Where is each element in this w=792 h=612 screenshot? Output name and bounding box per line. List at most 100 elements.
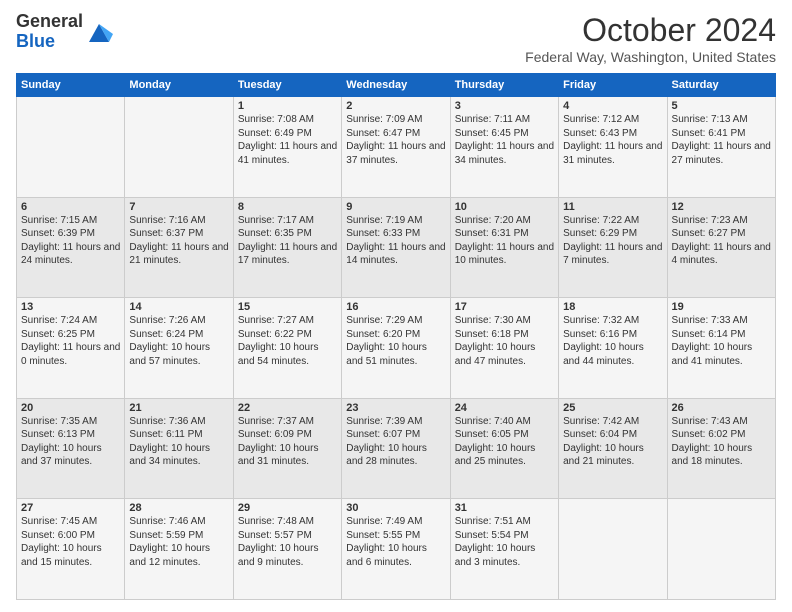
day-cell: 18Sunrise: 7:32 AM Sunset: 6:16 PM Dayli…: [559, 298, 667, 399]
day-number: 20: [21, 402, 120, 414]
day-info: Sunrise: 7:11 AM Sunset: 6:45 PM Dayligh…: [455, 113, 554, 167]
day-cell: 9Sunrise: 7:19 AM Sunset: 6:33 PM Daylig…: [342, 197, 450, 298]
week-row-1: 6Sunrise: 7:15 AM Sunset: 6:39 PM Daylig…: [17, 197, 776, 298]
day-number: 4: [563, 100, 662, 112]
day-info: Sunrise: 7:24 AM Sunset: 6:25 PM Dayligh…: [21, 314, 120, 368]
day-cell: 19Sunrise: 7:33 AM Sunset: 6:14 PM Dayli…: [667, 298, 775, 399]
day-cell: 31Sunrise: 7:51 AM Sunset: 5:54 PM Dayli…: [450, 499, 558, 600]
logo-blue: Blue: [16, 32, 83, 52]
day-number: 14: [129, 301, 228, 313]
logo-icon: [85, 18, 113, 46]
day-cell: 20Sunrise: 7:35 AM Sunset: 6:13 PM Dayli…: [17, 398, 125, 499]
day-info: Sunrise: 7:20 AM Sunset: 6:31 PM Dayligh…: [455, 214, 554, 268]
day-cell: 6Sunrise: 7:15 AM Sunset: 6:39 PM Daylig…: [17, 197, 125, 298]
header-friday: Friday: [559, 74, 667, 97]
day-info: Sunrise: 7:09 AM Sunset: 6:47 PM Dayligh…: [346, 113, 445, 167]
day-info: Sunrise: 7:19 AM Sunset: 6:33 PM Dayligh…: [346, 214, 445, 268]
day-info: Sunrise: 7:17 AM Sunset: 6:35 PM Dayligh…: [238, 214, 337, 268]
day-number: 10: [455, 201, 554, 213]
day-info: Sunrise: 7:13 AM Sunset: 6:41 PM Dayligh…: [672, 113, 771, 167]
logo: General Blue: [16, 12, 113, 52]
day-number: 24: [455, 402, 554, 414]
day-cell: 29Sunrise: 7:48 AM Sunset: 5:57 PM Dayli…: [233, 499, 341, 600]
day-cell: [667, 499, 775, 600]
day-info: Sunrise: 7:51 AM Sunset: 5:54 PM Dayligh…: [455, 515, 554, 569]
day-number: 21: [129, 402, 228, 414]
header-wednesday: Wednesday: [342, 74, 450, 97]
day-cell: 2Sunrise: 7:09 AM Sunset: 6:47 PM Daylig…: [342, 97, 450, 198]
day-info: Sunrise: 7:08 AM Sunset: 6:49 PM Dayligh…: [238, 113, 337, 167]
day-cell: 15Sunrise: 7:27 AM Sunset: 6:22 PM Dayli…: [233, 298, 341, 399]
day-info: Sunrise: 7:26 AM Sunset: 6:24 PM Dayligh…: [129, 314, 228, 368]
days-row: Sunday Monday Tuesday Wednesday Thursday…: [17, 74, 776, 97]
header-monday: Monday: [125, 74, 233, 97]
title-block: October 2024 Federal Way, Washington, Un…: [525, 12, 776, 65]
day-info: Sunrise: 7:33 AM Sunset: 6:14 PM Dayligh…: [672, 314, 771, 368]
day-number: 13: [21, 301, 120, 313]
day-number: 2: [346, 100, 445, 112]
day-cell: 23Sunrise: 7:39 AM Sunset: 6:07 PM Dayli…: [342, 398, 450, 499]
day-cell: 8Sunrise: 7:17 AM Sunset: 6:35 PM Daylig…: [233, 197, 341, 298]
day-cell: 27Sunrise: 7:45 AM Sunset: 6:00 PM Dayli…: [17, 499, 125, 600]
day-cell: 21Sunrise: 7:36 AM Sunset: 6:11 PM Dayli…: [125, 398, 233, 499]
day-number: 8: [238, 201, 337, 213]
calendar-body: 1Sunrise: 7:08 AM Sunset: 6:49 PM Daylig…: [17, 97, 776, 600]
day-info: Sunrise: 7:45 AM Sunset: 6:00 PM Dayligh…: [21, 515, 120, 569]
day-number: 1: [238, 100, 337, 112]
day-number: 18: [563, 301, 662, 313]
day-number: 31: [455, 502, 554, 514]
day-cell: 4Sunrise: 7:12 AM Sunset: 6:43 PM Daylig…: [559, 97, 667, 198]
day-cell: [559, 499, 667, 600]
day-number: 30: [346, 502, 445, 514]
day-cell: 5Sunrise: 7:13 AM Sunset: 6:41 PM Daylig…: [667, 97, 775, 198]
day-number: 29: [238, 502, 337, 514]
day-number: 22: [238, 402, 337, 414]
day-info: Sunrise: 7:37 AM Sunset: 6:09 PM Dayligh…: [238, 415, 337, 469]
header-sunday: Sunday: [17, 74, 125, 97]
day-cell: 28Sunrise: 7:46 AM Sunset: 5:59 PM Dayli…: [125, 499, 233, 600]
day-info: Sunrise: 7:35 AM Sunset: 6:13 PM Dayligh…: [21, 415, 120, 469]
day-cell: 14Sunrise: 7:26 AM Sunset: 6:24 PM Dayli…: [125, 298, 233, 399]
day-cell: 24Sunrise: 7:40 AM Sunset: 6:05 PM Dayli…: [450, 398, 558, 499]
day-info: Sunrise: 7:46 AM Sunset: 5:59 PM Dayligh…: [129, 515, 228, 569]
day-info: Sunrise: 7:39 AM Sunset: 6:07 PM Dayligh…: [346, 415, 445, 469]
day-info: Sunrise: 7:12 AM Sunset: 6:43 PM Dayligh…: [563, 113, 662, 167]
calendar-header: Sunday Monday Tuesday Wednesday Thursday…: [17, 74, 776, 97]
day-number: 27: [21, 502, 120, 514]
day-info: Sunrise: 7:43 AM Sunset: 6:02 PM Dayligh…: [672, 415, 771, 469]
day-info: Sunrise: 7:16 AM Sunset: 6:37 PM Dayligh…: [129, 214, 228, 268]
day-number: 3: [455, 100, 554, 112]
day-info: Sunrise: 7:36 AM Sunset: 6:11 PM Dayligh…: [129, 415, 228, 469]
day-number: 19: [672, 301, 771, 313]
header-saturday: Saturday: [667, 74, 775, 97]
day-info: Sunrise: 7:42 AM Sunset: 6:04 PM Dayligh…: [563, 415, 662, 469]
day-info: Sunrise: 7:15 AM Sunset: 6:39 PM Dayligh…: [21, 214, 120, 268]
day-number: 28: [129, 502, 228, 514]
day-cell: 30Sunrise: 7:49 AM Sunset: 5:55 PM Dayli…: [342, 499, 450, 600]
day-number: 23: [346, 402, 445, 414]
header-tuesday: Tuesday: [233, 74, 341, 97]
day-info: Sunrise: 7:29 AM Sunset: 6:20 PM Dayligh…: [346, 314, 445, 368]
day-number: 25: [563, 402, 662, 414]
day-cell: 25Sunrise: 7:42 AM Sunset: 6:04 PM Dayli…: [559, 398, 667, 499]
day-number: 9: [346, 201, 445, 213]
day-number: 11: [563, 201, 662, 213]
day-cell: [17, 97, 125, 198]
day-cell: [125, 97, 233, 198]
logo-text: General Blue: [16, 12, 83, 52]
day-info: Sunrise: 7:27 AM Sunset: 6:22 PM Dayligh…: [238, 314, 337, 368]
day-cell: 16Sunrise: 7:29 AM Sunset: 6:20 PM Dayli…: [342, 298, 450, 399]
day-cell: 26Sunrise: 7:43 AM Sunset: 6:02 PM Dayli…: [667, 398, 775, 499]
day-number: 6: [21, 201, 120, 213]
day-info: Sunrise: 7:40 AM Sunset: 6:05 PM Dayligh…: [455, 415, 554, 469]
day-info: Sunrise: 7:49 AM Sunset: 5:55 PM Dayligh…: [346, 515, 445, 569]
day-number: 16: [346, 301, 445, 313]
day-info: Sunrise: 7:32 AM Sunset: 6:16 PM Dayligh…: [563, 314, 662, 368]
logo-general: General: [16, 12, 83, 32]
day-cell: 1Sunrise: 7:08 AM Sunset: 6:49 PM Daylig…: [233, 97, 341, 198]
month-title: October 2024: [525, 12, 776, 49]
calendar-table: Sunday Monday Tuesday Wednesday Thursday…: [16, 73, 776, 600]
week-row-2: 13Sunrise: 7:24 AM Sunset: 6:25 PM Dayli…: [17, 298, 776, 399]
location: Federal Way, Washington, United States: [525, 49, 776, 65]
day-number: 26: [672, 402, 771, 414]
